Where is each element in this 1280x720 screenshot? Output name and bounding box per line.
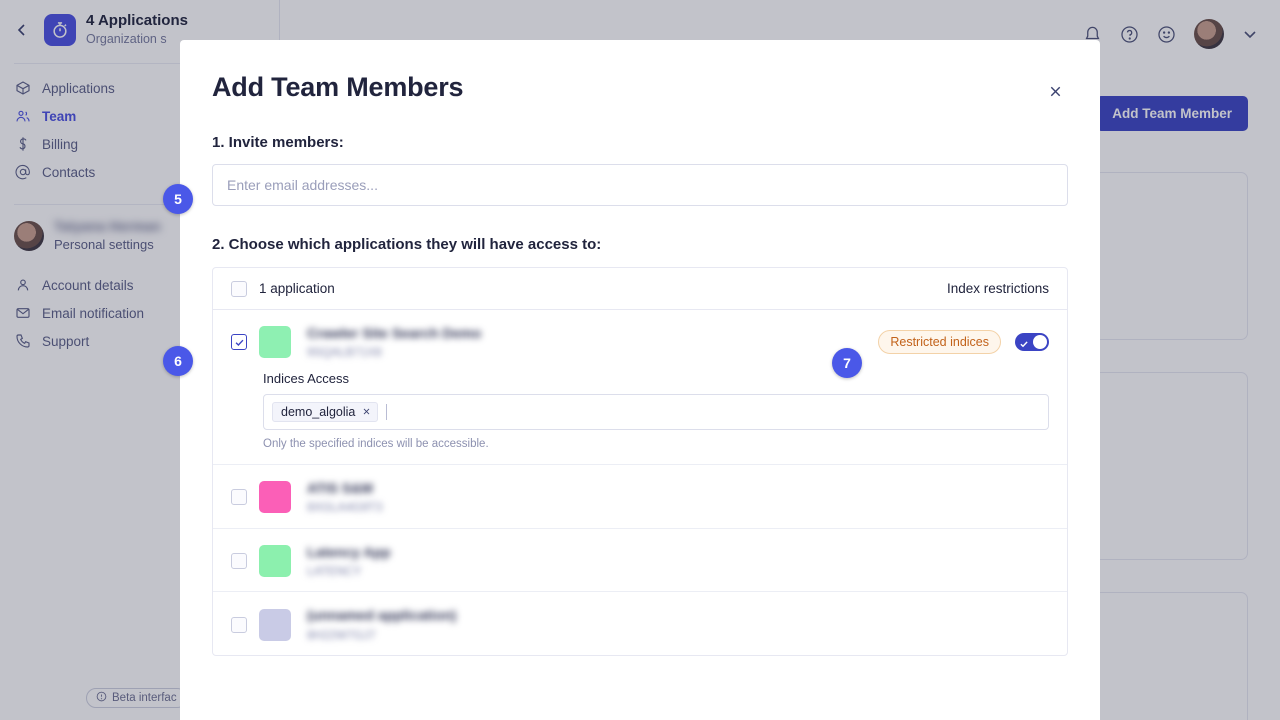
step-2-label: 2. Choose which applications they will h… (212, 236, 1068, 253)
application-meta: ATIS S&M 8XGLA4G9T3 (307, 479, 382, 516)
screen: 4 Applications Organization s Applicatio… (0, 0, 1280, 720)
indices-access-label: Indices Access (263, 371, 1049, 386)
modal-header: Add Team Members (212, 72, 1068, 104)
application-checkbox[interactable] (231, 489, 247, 505)
check-icon (1019, 336, 1029, 354)
step-badge-6: 6 (163, 346, 193, 376)
table-row[interactable]: (unnamed application) 8H22W7GJ7 (213, 592, 1067, 655)
indices-hint: Only the specified indices will be acces… (263, 438, 1049, 450)
step-1-label: 1. Invite members: (212, 134, 1068, 151)
text-caret (386, 404, 387, 420)
application-avatar (259, 481, 291, 513)
application-id: 8XGLA4G9T3 (307, 500, 382, 516)
application-checkbox[interactable] (231, 553, 247, 569)
close-icon[interactable] (1042, 78, 1068, 104)
toggle-knob (1033, 335, 1047, 349)
application-meta: (unnamed application) 8H22W7GJ7 (307, 606, 456, 643)
application-id: LATENCY (307, 564, 391, 580)
index-restrictions-label: Index restrictions (947, 281, 1049, 296)
index-tag-label: demo_algolia (281, 405, 355, 419)
indices-input[interactable]: demo_algolia (263, 394, 1049, 430)
row-controls: Restricted indices (878, 330, 1049, 354)
application-checkbox[interactable] (231, 617, 247, 633)
add-team-members-modal: Add Team Members 1. Invite members: 2. C… (180, 40, 1100, 720)
application-meta: Crawler Site Search Demo 9SQALB71X8 (307, 324, 481, 361)
table-row[interactable]: Crawler Site Search Demo 9SQALB71X8 Rest… (213, 310, 1067, 373)
select-all-checkbox[interactable] (231, 281, 247, 297)
application-name: ATIS S&M (307, 479, 382, 497)
step-badge-7: 7 (832, 348, 862, 378)
table-row[interactable]: Latency App LATENCY (213, 529, 1067, 593)
index-tag[interactable]: demo_algolia (272, 402, 378, 422)
page-title: Add Team Members (212, 72, 463, 103)
application-checkbox[interactable] (231, 334, 247, 350)
remove-index-icon[interactable] (362, 405, 371, 419)
application-id: 9SQALB71X8 (307, 345, 481, 361)
table-row[interactable]: ATIS S&M 8XGLA4G9T3 (213, 465, 1067, 529)
application-id: 8H22W7GJ7 (307, 628, 456, 644)
application-count-label: 1 application (259, 281, 335, 296)
application-avatar (259, 545, 291, 577)
application-name: Crawler Site Search Demo (307, 324, 481, 342)
step-badge-5: 5 (163, 184, 193, 214)
applications-panel-header: 1 application Index restrictions (213, 268, 1067, 310)
status-badge: Restricted indices (878, 330, 1001, 354)
email-input[interactable] (212, 164, 1068, 206)
application-name: Latency App (307, 543, 391, 561)
applications-panel: 1 application Index restrictions Crawler… (212, 267, 1068, 656)
application-avatar (259, 326, 291, 358)
index-restrictions-toggle[interactable] (1015, 333, 1049, 351)
indices-access-block: Indices Access demo_algolia Only (213, 371, 1067, 465)
application-meta: Latency App LATENCY (307, 543, 391, 580)
application-avatar (259, 609, 291, 641)
application-name: (unnamed application) (307, 606, 456, 624)
